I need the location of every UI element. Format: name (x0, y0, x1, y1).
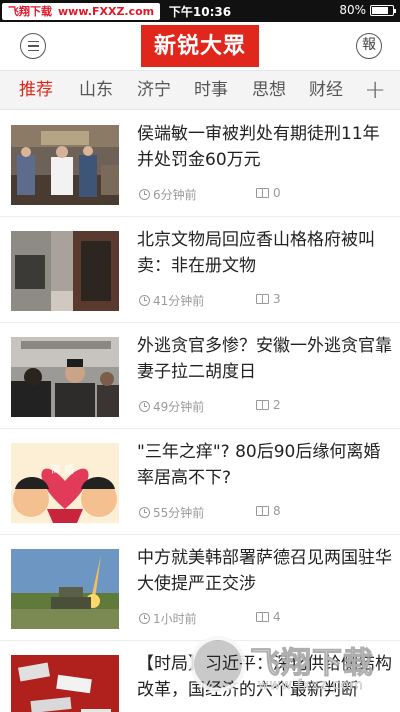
news-item[interactable]: 北京文物局回应香山格格府被叫卖：非在册文物 41分钟前 3 (0, 217, 400, 323)
category-tabs: 推荐 山东 济宁 时事 思想 财经 + (0, 70, 400, 110)
news-time: 1小时前 (153, 612, 197, 626)
tab-thought[interactable]: 思想 (252, 71, 286, 111)
news-item[interactable]: 侯端敏一审被判处有期徒刑11年并处罚金60万元 6分钟前 0 (0, 111, 400, 217)
tab-jining[interactable]: 济宁 (137, 71, 171, 111)
app-logo: 新锐大眾 (141, 25, 259, 67)
comment-icon (256, 294, 269, 304)
news-time: 55分钟前 (153, 506, 205, 520)
watermark-overlay: 飞翔下载 www.fxxz.com (190, 630, 395, 710)
news-title: 北京文物局回应香山格格府被叫卖：非在册文物 (137, 230, 375, 276)
clock-icon (139, 507, 150, 518)
comment-icon (256, 188, 269, 198)
news-thumbnail (11, 549, 119, 629)
newspaper-icon[interactable]: 報 (356, 33, 382, 59)
news-title: "三年之痒"? 80后90后缘何离婚率居高不下? (137, 442, 381, 488)
tab-finance[interactable]: 财经 (309, 71, 343, 111)
news-comment-count: 4 (273, 610, 281, 624)
news-comment-count: 3 (273, 292, 281, 306)
news-meta: 41分钟前 3 (139, 292, 281, 309)
watermark-url: www.fxxz.com (258, 678, 364, 693)
news-thumbnail (11, 231, 119, 311)
svg-text:离 婚: 离 婚 (51, 463, 74, 476)
news-comment-count: 8 (273, 504, 281, 518)
news-item[interactable]: 外逃贪官多惨？安徽一外逃贪官靠妻子拉二胡度日 49分钟前 2 (0, 323, 400, 429)
news-thumbnail (11, 125, 119, 205)
news-thumbnail (11, 337, 119, 417)
news-thumbnail (11, 655, 119, 712)
clock-icon (139, 401, 150, 412)
app-header: 新锐大眾 報 (0, 22, 400, 70)
add-tab-icon[interactable]: + (364, 71, 386, 111)
news-meta: 49分钟前 2 (139, 398, 281, 415)
comment-icon (256, 400, 269, 410)
battery-percent: 80% (339, 3, 366, 17)
news-title: 外逃贪官多惨？安徽一外逃贪官靠妻子拉二胡度日 (137, 336, 392, 382)
tab-current-affairs[interactable]: 时事 (194, 71, 228, 111)
clock-icon (139, 189, 150, 200)
watermark-big-text: 飞翔下载 (250, 646, 374, 682)
news-meta: 6分钟前 0 (139, 186, 281, 203)
news-time: 41分钟前 (153, 294, 205, 308)
news-time: 49分钟前 (153, 400, 205, 414)
news-title: 中方就美韩部署萨德召见两国驻华大使提严正交涉 (137, 548, 392, 594)
news-comment-count: 0 (273, 186, 281, 200)
news-title: 侯端敏一审被判处有期徒刑11年并处罚金60万元 (137, 124, 380, 170)
comment-icon (256, 612, 269, 622)
tab-recommend[interactable]: 推荐 (19, 71, 53, 111)
watermark-logo-icon (190, 636, 246, 692)
tab-shandong[interactable]: 山东 (79, 71, 113, 111)
news-thumbnail: 离 婚 (11, 443, 119, 523)
news-meta: 55分钟前 8 (139, 504, 281, 521)
news-item[interactable]: 中方就美韩部署萨德召见两国驻华大使提严正交涉 1小时前 4 (0, 535, 400, 641)
status-bar: 飞翔下载 www.FXXZ.com 下午10:36 80% (0, 0, 400, 22)
clock-icon (139, 295, 150, 306)
news-comment-count: 2 (273, 398, 281, 412)
battery-icon (370, 4, 396, 16)
comment-icon (256, 506, 269, 516)
news-item[interactable]: 离 婚 "三年之痒"? 80后90后缘何离婚率居高不下? 55分钟前 8 (0, 429, 400, 535)
clock-icon (139, 613, 150, 624)
menu-icon[interactable] (20, 33, 46, 59)
status-right: 80% (339, 3, 396, 17)
news-meta: 1小时前 4 (139, 610, 281, 627)
news-time: 6分钟前 (153, 188, 197, 202)
